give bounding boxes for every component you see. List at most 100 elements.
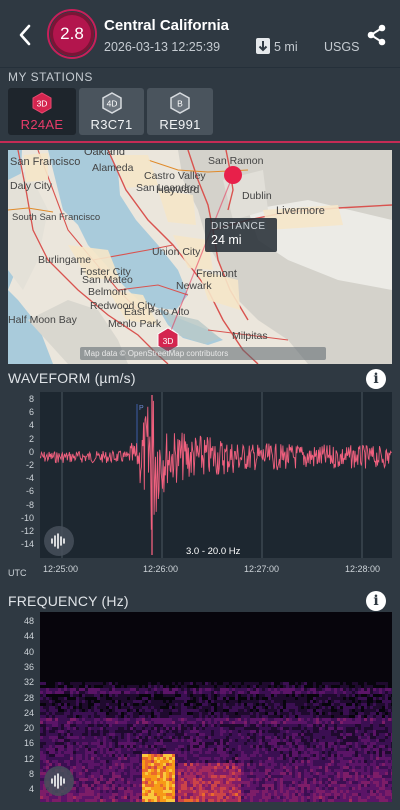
spectrogram-cell — [331, 796, 334, 799]
spectrogram-cell — [217, 760, 220, 763]
spectrogram-cell — [202, 703, 205, 706]
spectrogram-cell — [178, 700, 181, 703]
spectrogram-cell — [256, 781, 259, 784]
station-tab-r24ae[interactable]: 3D R24AE — [8, 88, 76, 135]
spectrogram-cell — [295, 700, 298, 703]
spectrogram-cell — [328, 748, 331, 751]
spectrogram-cell — [64, 736, 67, 739]
spectrogram-cell — [307, 787, 310, 790]
spectrogram-cell — [199, 730, 202, 733]
spectrogram-cell — [94, 694, 97, 697]
spectrogram-cell — [55, 751, 58, 754]
spectrogram-cell — [274, 727, 277, 730]
spectrogram-cell — [208, 697, 211, 700]
spectrogram-cell — [286, 685, 289, 688]
spectrogram-cell — [151, 766, 154, 769]
spectrogram-cell — [82, 748, 85, 751]
spectrogram-cell — [121, 781, 124, 784]
spectrogram-cell — [262, 748, 265, 751]
spectrogram-cell — [325, 766, 328, 769]
spectrogram-cell — [304, 799, 307, 802]
spectrogram-cell — [160, 715, 163, 718]
spectrogram-cell — [268, 682, 271, 685]
spectrogram-cell — [355, 799, 358, 802]
back-button[interactable] — [12, 20, 38, 50]
spectrogram-cell — [364, 727, 367, 730]
spectrogram-cell — [172, 745, 175, 748]
spectrogram-cell — [115, 754, 118, 757]
spectrogram-cell — [319, 799, 322, 802]
spectrogram-cell — [361, 733, 364, 736]
spectrogram-cell — [196, 781, 199, 784]
event-map[interactable]: 3D San Francisco Oakland Alameda San Lea… — [8, 150, 392, 364]
spectrogram-cell — [202, 691, 205, 694]
station-tab-re991[interactable]: B RE991 — [147, 88, 213, 135]
map-station-marker[interactable]: 3D — [163, 336, 174, 346]
spectrogram-cell — [103, 793, 106, 796]
spectrogram-cell — [271, 793, 274, 796]
spectrogram-sound-button[interactable] — [44, 766, 74, 796]
spectrogram-cell — [286, 766, 289, 769]
spectrogram-cell — [136, 772, 139, 775]
spectrogram-cell — [130, 796, 133, 799]
spectrogram-cell — [70, 757, 73, 760]
frequency-info-button[interactable]: i — [366, 591, 386, 611]
spectrogram-cell — [349, 757, 352, 760]
spectrogram-cell — [154, 730, 157, 733]
spectrogram-cell — [181, 748, 184, 751]
spectrogram-cell — [64, 739, 67, 742]
spectrogram-cell — [385, 700, 388, 703]
spectrogram-cell — [253, 688, 256, 691]
map-attribution[interactable]: Map data © OpenStreetMap contributors — [80, 347, 326, 360]
spectrogram-cell — [262, 757, 265, 760]
spectrogram-cell — [334, 718, 337, 721]
spectrogram-cell — [94, 739, 97, 742]
spectrogram-cell — [139, 790, 142, 793]
spectrogram-cell — [217, 727, 220, 730]
spectrogram-cell — [196, 751, 199, 754]
spectrogram-cell — [265, 727, 268, 730]
spectrogram-cell — [196, 784, 199, 787]
spectrogram-cell — [268, 754, 271, 757]
spectrogram-cell — [241, 781, 244, 784]
spectrogram-cell — [169, 751, 172, 754]
spectrogram-cell — [40, 697, 43, 700]
waveform-info-button[interactable]: i — [366, 369, 386, 389]
spectrogram-cell — [274, 691, 277, 694]
spectrogram-cell — [226, 733, 229, 736]
spectrogram-cell — [298, 781, 301, 784]
share-button[interactable] — [366, 24, 388, 46]
spectrogram-cell — [64, 709, 67, 712]
spectrogram-cell — [379, 706, 382, 709]
spectrogram-cell — [151, 703, 154, 706]
spectrogram-cell — [175, 736, 178, 739]
spectrogram-cell — [217, 724, 220, 727]
station-tab-r3c71[interactable]: 4D R3C71 — [79, 88, 144, 135]
spectrogram-cell — [364, 772, 367, 775]
spectrogram-cell — [346, 718, 349, 721]
spectrogram-cell — [82, 703, 85, 706]
spectrogram-cell — [88, 757, 91, 760]
spectrogram-cell — [250, 772, 253, 775]
spectrogram-cell — [187, 736, 190, 739]
spectrogram-cell — [370, 715, 373, 718]
spectrogram-cell — [331, 718, 334, 721]
spectrogram-cell — [226, 769, 229, 772]
spectrogram-cell — [355, 745, 358, 748]
spectrogram-cell — [367, 736, 370, 739]
spectrogram-cell — [160, 757, 163, 760]
spectrogram-cell — [133, 787, 136, 790]
spectrogram-cell — [118, 766, 121, 769]
spectrogram-cell — [163, 730, 166, 733]
spectrogram-cell — [151, 706, 154, 709]
spectrogram-cell — [100, 682, 103, 685]
spectrogram-cell — [127, 703, 130, 706]
spectrogram-cell — [361, 700, 364, 703]
spectrogram-cell — [355, 751, 358, 754]
spectrogram-cell — [304, 790, 307, 793]
spectrogram-cell — [169, 706, 172, 709]
waveform-sound-button[interactable] — [44, 526, 74, 556]
spectrogram-cell — [97, 751, 100, 754]
spectrogram-cell — [127, 778, 130, 781]
spectrogram-cell — [334, 682, 337, 685]
